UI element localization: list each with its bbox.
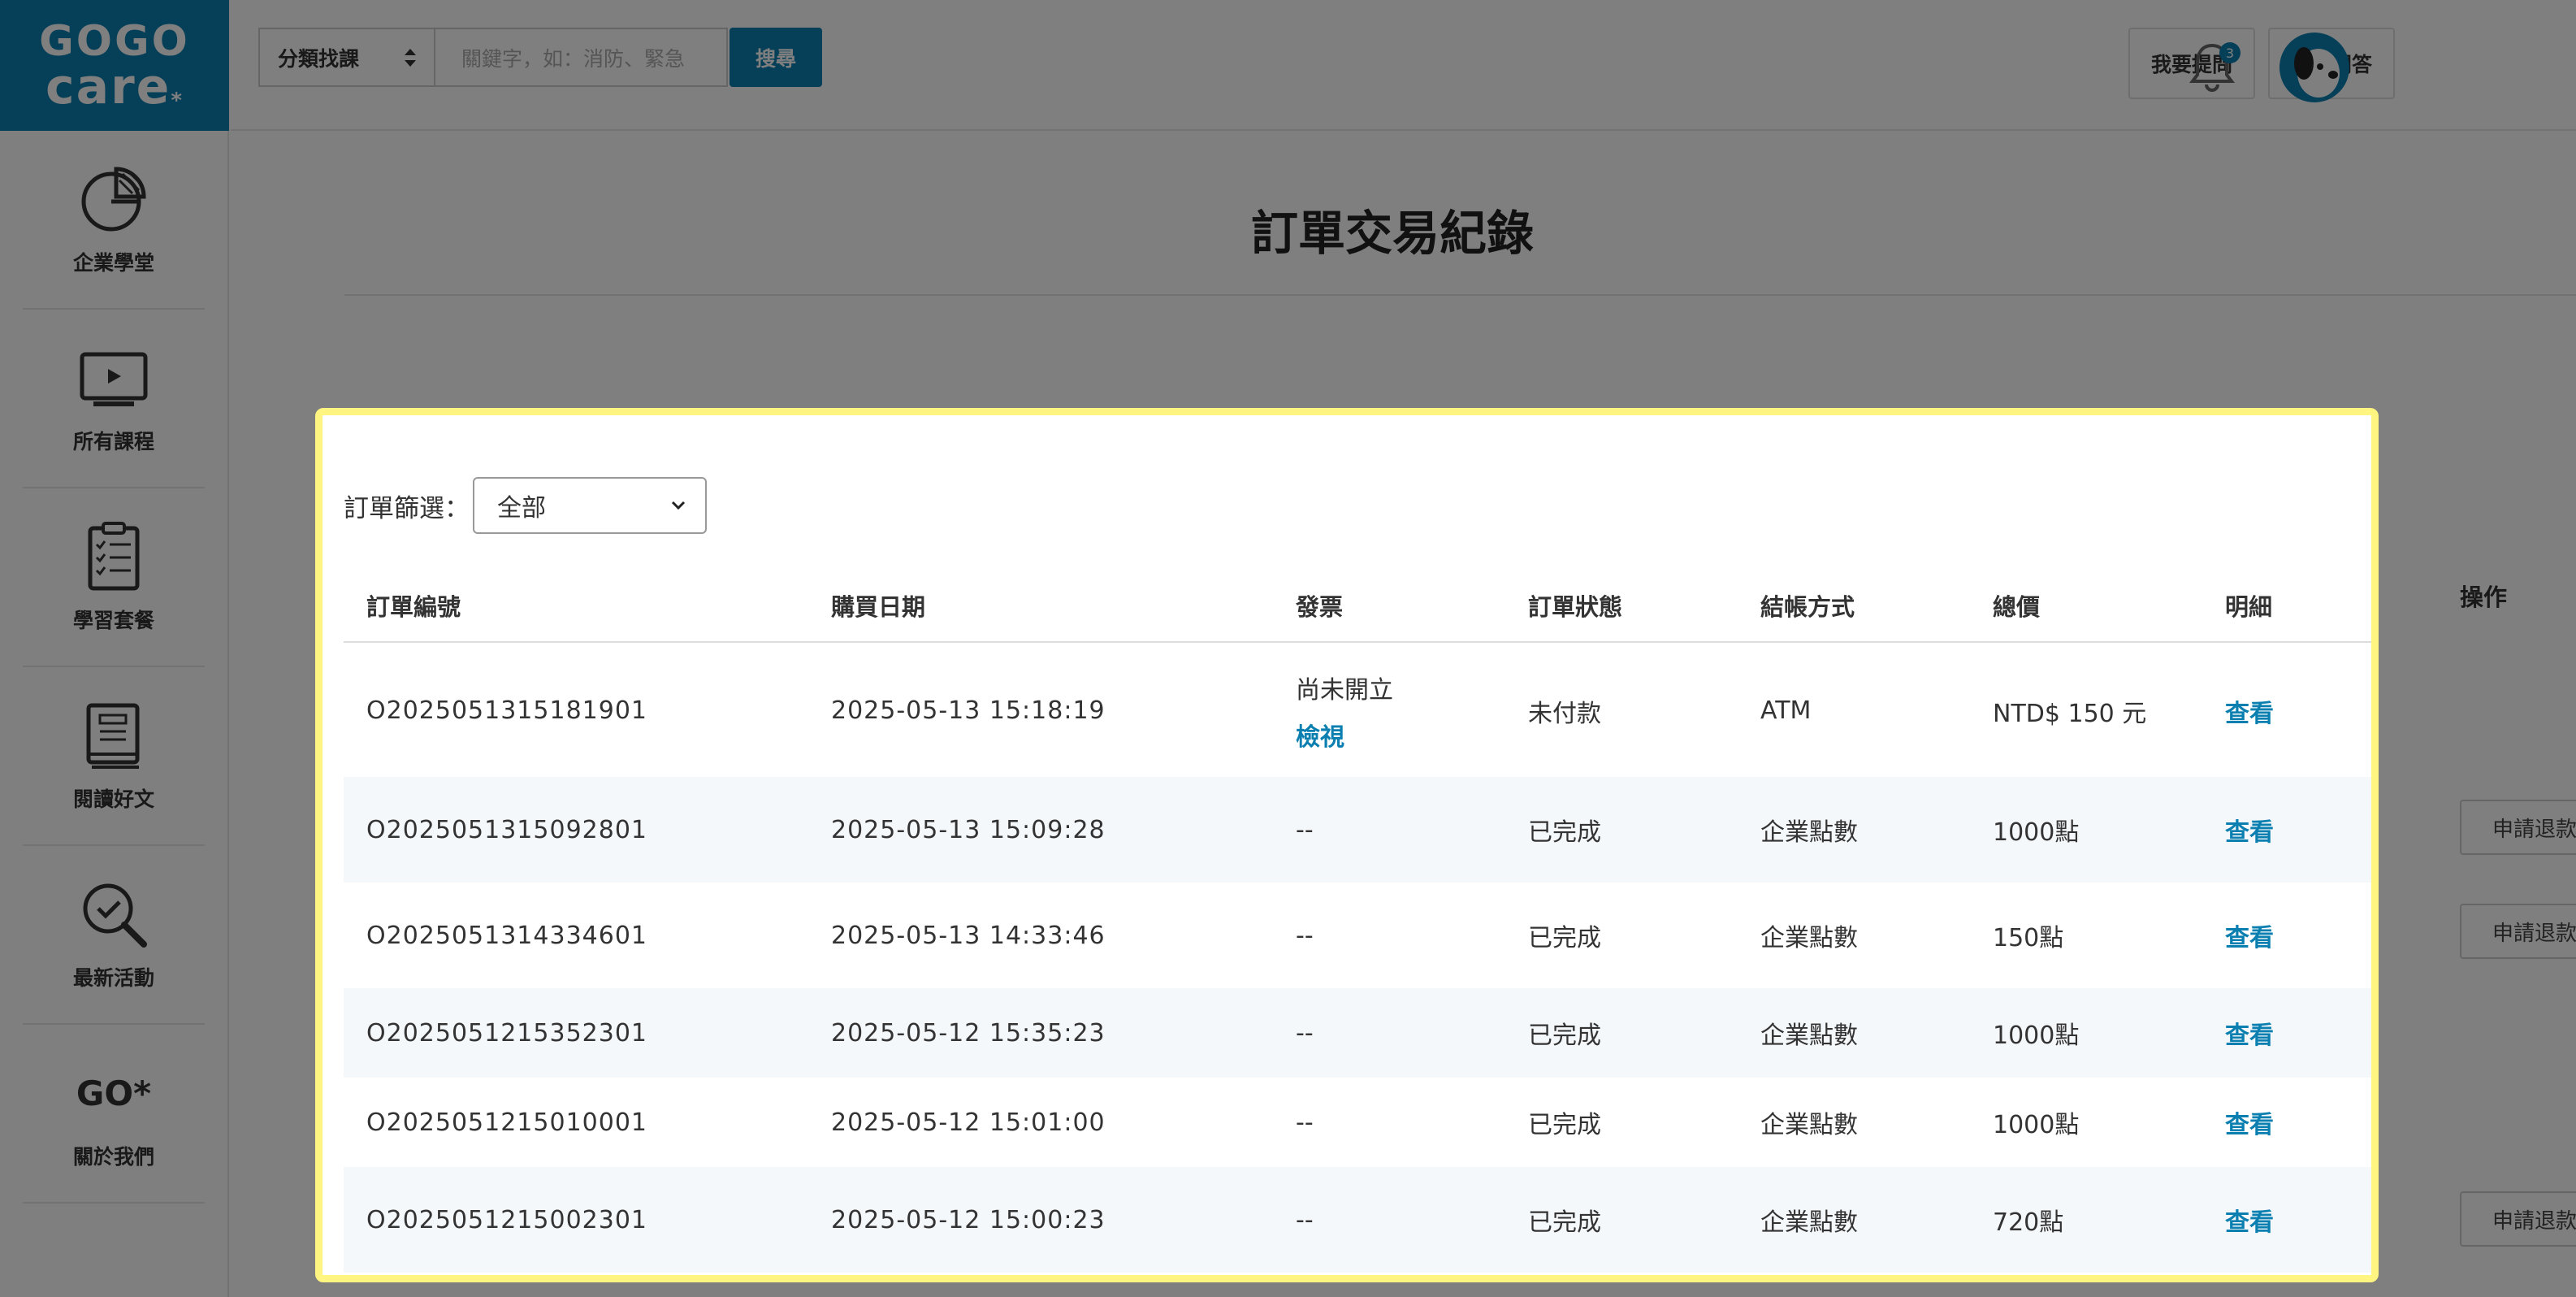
column-header-detail: 明細: [2225, 593, 2273, 621]
table-row: O2025051215352301 2025-05-12 15:35:23 --…: [344, 988, 2371, 1078]
payment-method: 企業點數: [1760, 1208, 1858, 1237]
column-header-status: 訂單狀態: [1528, 593, 1623, 621]
purchase-date: 2025-05-12 15:00:23: [831, 1205, 1106, 1234]
invoice-status: --: [1296, 1018, 1314, 1048]
order-total: 1000點: [1993, 1111, 2080, 1139]
order-total: NTD$ 150 元: [1993, 699, 2147, 728]
order-status: 已完成: [1528, 924, 1601, 952]
invoice-status: --: [1296, 921, 1314, 950]
order-number: O2025051215352301: [366, 1018, 648, 1048]
view-detail-link[interactable]: 查看: [2225, 1167, 2274, 1273]
view-detail-link[interactable]: 查看: [2225, 644, 2274, 777]
invoice-status: --: [1296, 1205, 1314, 1234]
view-detail-link[interactable]: 查看: [2225, 883, 2274, 988]
payment-method: 企業點數: [1760, 1111, 1858, 1139]
order-number: O2025051315181901: [366, 696, 648, 725]
order-total: 1000點: [1993, 1022, 2080, 1050]
table-row: O2025051314334601 2025-05-13 14:33:46 --…: [344, 883, 2371, 988]
order-status: 未付款: [1528, 699, 1601, 728]
invoice-cell: 尚未開立 檢視: [1296, 644, 1393, 777]
view-detail-link[interactable]: 查看: [2225, 777, 2274, 883]
payment-method: ATM: [1760, 696, 1812, 725]
invoice-view-link[interactable]: 檢視: [1296, 717, 1344, 753]
invoice-status: --: [1296, 1108, 1314, 1137]
chevron-down-icon: [671, 501, 686, 510]
order-status: 已完成: [1528, 1022, 1601, 1050]
order-records-modal: 訂單篩選： 全部 訂單編號 購買日期 發票 訂單狀態 結帳方式 總價 明細 O2…: [315, 408, 2379, 1282]
payment-method: 企業點數: [1760, 924, 1858, 952]
order-status: 已完成: [1528, 1111, 1601, 1139]
order-filter-label: 訂單篩選：: [344, 493, 470, 523]
order-number: O2025051315092801: [366, 815, 648, 844]
order-total: 720點: [1993, 1208, 2064, 1237]
order-filter: 訂單篩選： 全部: [344, 477, 707, 534]
payment-method: 企業點數: [1760, 818, 1858, 847]
order-total: 150點: [1993, 924, 2064, 952]
purchase-date: 2025-05-13 14:33:46: [831, 921, 1106, 950]
order-status: 已完成: [1528, 818, 1601, 847]
order-status: 已完成: [1528, 1208, 1601, 1237]
payment-method: 企業點數: [1760, 1022, 1858, 1050]
table-row: O2025051315181901 2025-05-13 15:18:19 尚未…: [344, 644, 2371, 777]
column-header-payment: 結帳方式: [1760, 593, 1855, 621]
purchase-date: 2025-05-12 15:35:23: [831, 1018, 1106, 1048]
purchase-date: 2025-05-13 15:09:28: [831, 815, 1106, 844]
invoice-status: 尚未開立: [1296, 675, 1393, 705]
table-row: O2025051215010001 2025-05-12 15:01:00 --…: [344, 1078, 2371, 1167]
table-row: O2025051315092801 2025-05-13 15:09:28 --…: [344, 777, 2371, 883]
order-total: 1000點: [1993, 818, 2080, 847]
column-header-order-no: 訂單編號: [366, 593, 461, 621]
column-header-invoice: 發票: [1296, 593, 1344, 621]
view-detail-link[interactable]: 查看: [2225, 988, 2274, 1078]
order-number: O2025051215002301: [366, 1205, 648, 1234]
order-filter-value: 全部: [497, 494, 546, 523]
table-header: 訂單編號 購買日期 發票 訂單狀態 結帳方式 總價 明細: [344, 568, 2371, 643]
order-number: O2025051215010001: [366, 1108, 648, 1137]
order-filter-select[interactable]: 全部: [473, 477, 707, 534]
table-row: O2025051215002301 2025-05-12 15:00:23 --…: [344, 1167, 2371, 1273]
order-number: O2025051314334601: [366, 921, 648, 950]
purchase-date: 2025-05-12 15:01:00: [831, 1108, 1106, 1137]
view-detail-link[interactable]: 查看: [2225, 1078, 2274, 1167]
column-header-purchase-date: 購買日期: [831, 593, 926, 621]
invoice-status: --: [1296, 815, 1314, 844]
purchase-date: 2025-05-13 15:18:19: [831, 696, 1106, 725]
column-header-total: 總價: [1993, 593, 2041, 621]
